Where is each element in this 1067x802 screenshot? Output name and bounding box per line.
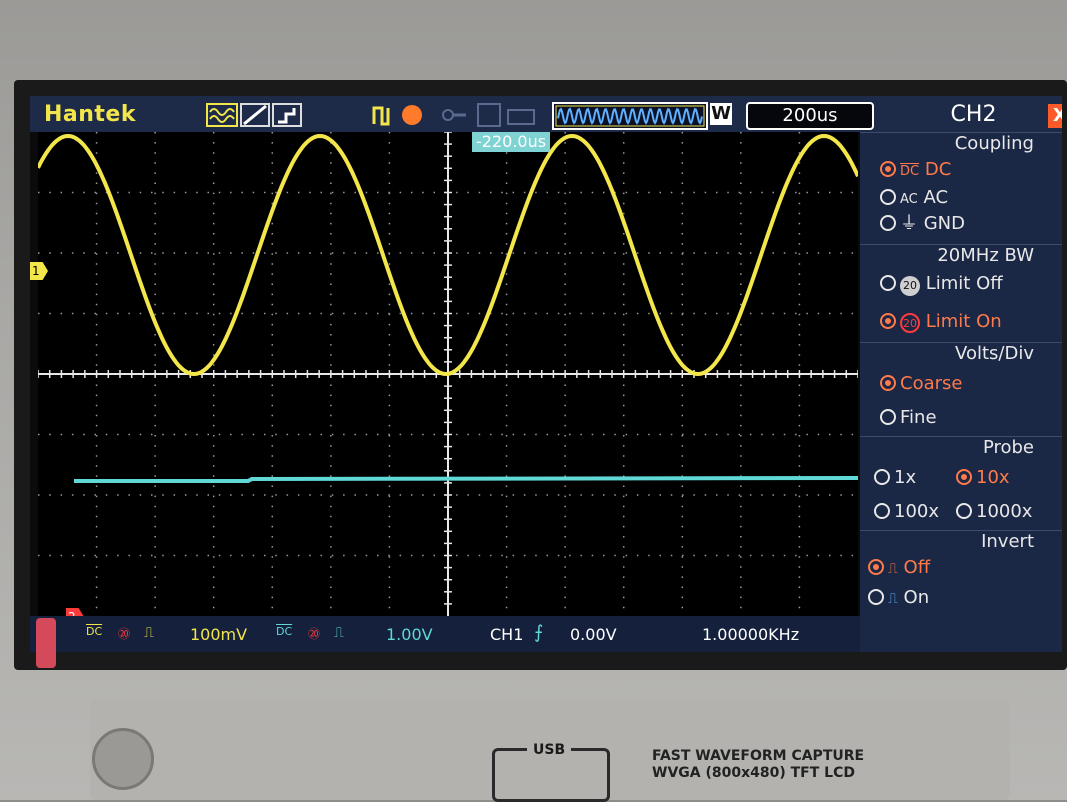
- probe-header: Probe: [860, 436, 1062, 458]
- close-menu-button[interactable]: X: [1048, 104, 1062, 128]
- print-icon: [507, 109, 535, 125]
- radio-selected-icon: [880, 161, 896, 177]
- coupling-ac-option[interactable]: AC AC: [880, 186, 948, 210]
- pulse-icon: [372, 106, 390, 126]
- rising-edge-icon: ⨍: [534, 622, 544, 643]
- record-icon: [402, 105, 422, 125]
- inverted-wave-icon: ⎍: [888, 591, 898, 607]
- bw-20-icon: 20: [900, 313, 920, 333]
- bw-limit-off-option[interactable]: 20 Limit Off: [880, 272, 1003, 296]
- radio-icon: [880, 275, 896, 291]
- ch1-wave-icon: ⎍: [144, 625, 154, 641]
- system-icons: [442, 103, 535, 127]
- probe-10x-option[interactable]: 10x: [956, 466, 1010, 490]
- volts-fine-option[interactable]: Fine: [880, 406, 937, 430]
- coupling-gnd-option[interactable]: ⏚ GND: [880, 212, 965, 236]
- save-icon: [477, 103, 501, 127]
- window-indicator: W: [710, 103, 732, 125]
- radio-selected-icon: [956, 469, 972, 485]
- ch2-wave-icon: ⎍: [334, 625, 344, 641]
- ch1-volts-div[interactable]: 100mV: [190, 625, 247, 644]
- probe-lead: [36, 618, 56, 668]
- bottom-status-bar: DC ⑳ ⎍ 100mV DC ⑳ ⎍ 1.00V CH1 ⨍ 0.00V 1.…: [30, 616, 860, 652]
- radio-icon: [868, 589, 884, 605]
- radio-selected-icon: [868, 559, 884, 575]
- radio-selected-icon: [880, 375, 896, 391]
- lcd-spec-line-1: FAST WAVEFORM CAPTURE: [652, 748, 865, 764]
- top-status-bar: Hantek W 200us: [30, 96, 885, 132]
- timebase-readout[interactable]: 200us: [746, 102, 874, 130]
- trigger-level[interactable]: 0.00V: [570, 625, 617, 644]
- invert-off-option[interactable]: ⎍ Off: [868, 556, 930, 580]
- volts-coarse-option[interactable]: Coarse: [880, 372, 962, 396]
- probe-100x-option[interactable]: 100x: [874, 500, 939, 524]
- probe-1000x-option[interactable]: 1000x: [956, 500, 1032, 524]
- bw-header: 20MHz BW: [860, 244, 1062, 266]
- run-state-icons: [372, 105, 422, 126]
- display-mode-icons: [206, 103, 302, 127]
- coupling-header: Coupling: [860, 132, 1062, 154]
- ch1-marker-label: 1: [32, 264, 40, 278]
- ground-icon: ⏚: [900, 213, 918, 234]
- brand-logo: Hantek: [44, 102, 136, 127]
- memory-depth-bar: [552, 102, 708, 130]
- invert-on-option[interactable]: ⎍ On: [868, 586, 929, 610]
- waveform-grid: -220.0us: [36, 131, 860, 616]
- volts-div-header: Volts/Div: [860, 342, 1062, 364]
- lcd-spec-line-2: WVGA (800x480) TFT LCD: [652, 765, 855, 781]
- menu-title: CH2: [885, 96, 1062, 132]
- trigger-time-label: -220.0us: [472, 132, 551, 152]
- radio-icon: [880, 215, 896, 231]
- ch2-trace: [74, 476, 859, 483]
- channel-menu: Coupling DC DC AC AC ⏚ GND 20MHz BW 20 L…: [860, 132, 1062, 652]
- oscilloscope-screen: Hantek W 200us CH2 X -220.0us 1 Coupling…: [30, 96, 1062, 652]
- frequency-readout: 1.00000KHz: [702, 625, 800, 644]
- coupling-dc-option[interactable]: DC DC: [880, 158, 951, 182]
- trigger-source[interactable]: CH1: [490, 625, 523, 644]
- ch1-dc-coupling-icon: DC: [86, 625, 103, 638]
- probe-1x-option[interactable]: 1x: [874, 466, 916, 490]
- ch2-dc-coupling-icon: DC: [276, 625, 293, 638]
- power-knob[interactable]: [92, 728, 154, 790]
- radio-icon: [874, 469, 890, 485]
- ch1-bw-limit-icon: ⑳: [118, 627, 131, 641]
- bw-limit-on-option[interactable]: 20 Limit On: [880, 310, 1002, 334]
- lcd-spec-label: FAST WAVEFORM CAPTURE WVGA (800x480) TFT…: [652, 748, 864, 782]
- radio-icon: [956, 503, 972, 519]
- waveform-plot: [36, 131, 860, 616]
- bw-20-icon: 20: [900, 276, 920, 296]
- ch2-volts-div[interactable]: 1.00V: [386, 625, 433, 644]
- normal-wave-icon: ⎍: [888, 561, 898, 577]
- radio-icon: [880, 409, 896, 425]
- usb-label: USB: [527, 742, 572, 758]
- radio-icon: [880, 189, 896, 205]
- invert-header: Invert: [860, 530, 1062, 552]
- ch2-bw-limit-icon: ⑳: [308, 627, 321, 641]
- radio-icon: [874, 503, 890, 519]
- radio-selected-icon: [880, 313, 896, 329]
- key-icon: [442, 109, 454, 121]
